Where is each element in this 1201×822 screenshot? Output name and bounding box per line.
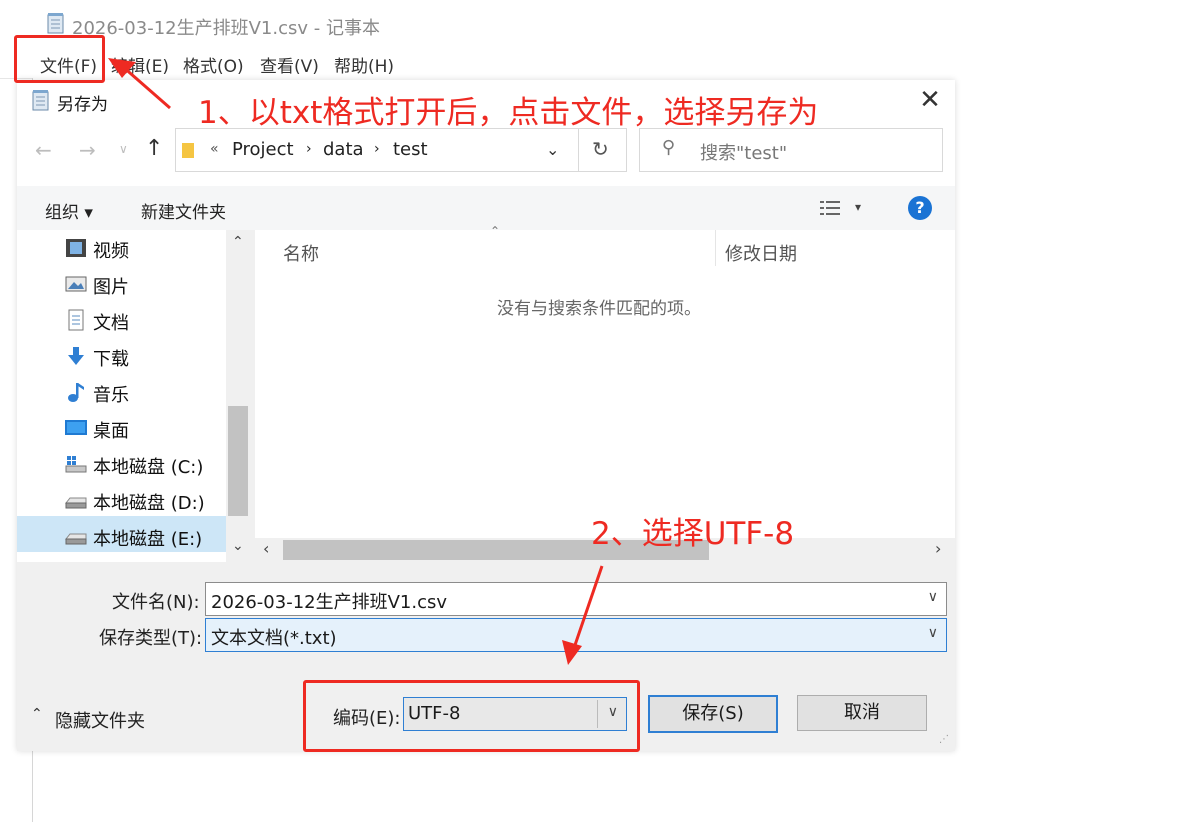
arrow-line-2 (572, 565, 604, 649)
arrow-head-2 (562, 640, 582, 665)
annotation-step-2: 2、选择UTF-8 (591, 516, 795, 552)
arrow-line-1 (121, 64, 171, 110)
annotation-step-1: 1、以txt格式打开后，点击文件，选择另存为 (198, 95, 819, 131)
